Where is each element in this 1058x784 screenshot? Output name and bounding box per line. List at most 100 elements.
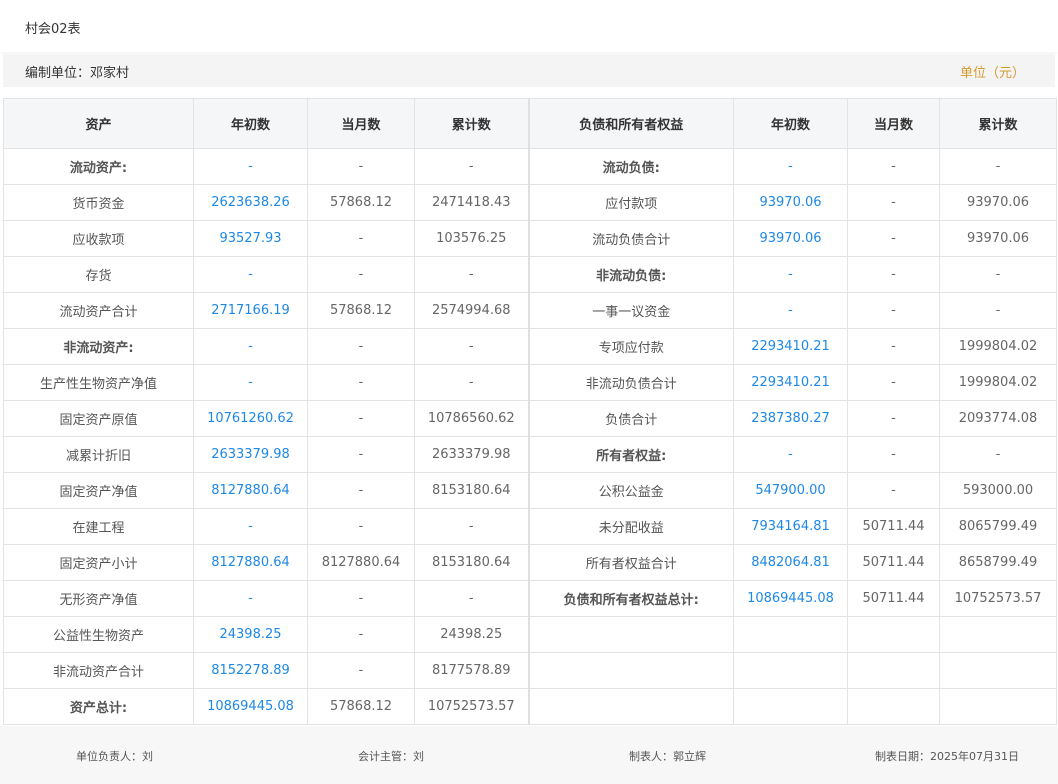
asset-cumulative-value: 8177578.89	[414, 652, 529, 689]
liability-cumulative-value: 10752573.57	[939, 580, 1057, 617]
liability-begin-value[interactable]: 547900.00	[733, 472, 848, 509]
asset-label: 在建工程	[3, 508, 194, 545]
liability-begin-value[interactable]: -	[733, 436, 848, 473]
asset-begin-value[interactable]: -	[193, 148, 308, 185]
liability-month-value	[847, 688, 940, 725]
asset-month-value: -	[307, 364, 415, 401]
table-row: 存货 - - - 非流动负债: - - -	[3, 256, 1057, 293]
asset-month-value: -	[307, 580, 415, 617]
liability-month-value	[847, 652, 940, 689]
asset-month-value: -	[307, 148, 415, 185]
liability-begin-value[interactable]: 93970.06	[733, 220, 848, 257]
liability-label: 流动负债合计	[527, 220, 734, 257]
asset-begin-value[interactable]: -	[193, 364, 308, 401]
liability-begin-value[interactable]: -	[733, 292, 848, 329]
liability-month-value: -	[847, 400, 940, 437]
asset-begin-value[interactable]: -	[193, 508, 308, 545]
liability-label: 未分配收益	[527, 508, 734, 545]
liability-begin-value[interactable]: 93970.06	[733, 184, 848, 221]
liability-begin-value[interactable]: 2387380.27	[733, 400, 848, 437]
asset-begin-value[interactable]: -	[193, 256, 308, 293]
liability-cumulative-value: -	[939, 436, 1057, 473]
table-row: 非流动资产合计 8152278.89-8177578.89	[3, 652, 1057, 689]
asset-month-value: 57868.12	[307, 292, 415, 329]
asset-month-value: 57868.12	[307, 184, 415, 221]
asset-label: 公益性生物资产	[3, 616, 194, 653]
asset-begin-value[interactable]: 8127880.64	[193, 472, 308, 509]
column-header-assets-month: 当月数	[307, 98, 415, 149]
liability-begin-value[interactable]: 2293410.21	[733, 328, 848, 365]
asset-label: 减累计折旧	[3, 436, 194, 473]
column-header-liab-month: 当月数	[847, 98, 940, 149]
liability-month-value: -	[847, 472, 940, 509]
unit-head-label: 单位负责人：刘	[76, 750, 153, 763]
liability-begin-value[interactable]: 7934164.81	[733, 508, 848, 545]
asset-cumulative-value: -	[414, 148, 529, 185]
liability-label: 非流动负债合计	[527, 364, 734, 401]
asset-cumulative-value: -	[414, 580, 529, 617]
asset-cumulative-value: -	[414, 364, 529, 401]
asset-month-value: -	[307, 508, 415, 545]
liability-label	[527, 688, 734, 725]
liability-label: 所有者权益:	[527, 436, 734, 473]
asset-begin-value[interactable]: 93527.93	[193, 220, 308, 257]
asset-label: 非流动资产:	[3, 328, 194, 365]
liability-cumulative-value: 1999804.02	[939, 364, 1057, 401]
asset-begin-value[interactable]: -	[193, 328, 308, 365]
table-row: 减累计折旧 2633379.98-2633379.98 所有者权益: - - -	[3, 436, 1057, 473]
liability-begin-value[interactable]: 2293410.21	[733, 364, 848, 401]
liability-cumulative-value: 8065799.49	[939, 508, 1057, 545]
liability-month-value: -	[847, 328, 940, 365]
liability-label: 一事一议资金	[527, 292, 734, 329]
liability-label	[527, 616, 734, 653]
liability-month-value: 50711.44	[847, 544, 940, 581]
liability-cumulative-value: -	[939, 292, 1057, 329]
table-row: 非流动资产: - - - 专项应付款 2293410.21-1999804.02	[3, 328, 1057, 365]
asset-cumulative-value: 10786560.62	[414, 400, 529, 437]
liability-cumulative-value: -	[939, 256, 1057, 293]
liability-begin-value[interactable]: 10869445.08	[733, 580, 848, 617]
liability-month-value: -	[847, 184, 940, 221]
liability-cumulative-value: 93970.06	[939, 220, 1057, 257]
asset-month-value: -	[307, 616, 415, 653]
currency-unit-label: 单位（元）	[959, 66, 1025, 81]
liability-begin-value[interactable]: -	[733, 148, 848, 185]
asset-month-value: -	[307, 328, 415, 365]
liability-month-value: -	[847, 364, 940, 401]
asset-cumulative-value: 10752573.57	[414, 688, 529, 725]
asset-label: 应收款项	[3, 220, 194, 257]
liability-month-value: 50711.44	[847, 580, 940, 617]
liability-begin-value[interactable]: -	[733, 256, 848, 293]
asset-cumulative-value: 103576.25	[414, 220, 529, 257]
asset-begin-value[interactable]: -	[193, 580, 308, 617]
asset-begin-value[interactable]: 24398.25	[193, 616, 308, 653]
liability-month-value	[847, 616, 940, 653]
balance-sheet-table: 资产 年初数 当月数 累计数 负债和所有者权益 年初数 当月数 累计数 流动资产…	[3, 98, 1057, 725]
compile-unit-label: 编制单位：邓家村	[25, 66, 130, 81]
liability-month-value: -	[847, 220, 940, 257]
asset-begin-value[interactable]: 8152278.89	[193, 652, 308, 689]
asset-begin-value[interactable]: 8127880.64	[193, 544, 308, 581]
asset-month-value: -	[307, 400, 415, 437]
asset-cumulative-value: 2471418.43	[414, 184, 529, 221]
asset-cumulative-value: 24398.25	[414, 616, 529, 653]
liability-cumulative-value	[939, 616, 1057, 653]
asset-label: 流动资产:	[3, 148, 194, 185]
asset-label: 非流动资产合计	[3, 652, 194, 689]
column-header-assets-cumulative: 累计数	[414, 98, 529, 149]
liability-label	[527, 652, 734, 689]
asset-begin-value[interactable]: 10761260.62	[193, 400, 308, 437]
asset-begin-value[interactable]: 2717166.19	[193, 292, 308, 329]
asset-begin-value[interactable]: 2633379.98	[193, 436, 308, 473]
asset-begin-value[interactable]: 2623638.26	[193, 184, 308, 221]
table-row: 生产性生物资产净值 - - - 非流动负债合计 2293410.21-1999804.02	[3, 364, 1057, 401]
liability-begin-value[interactable]: 8482064.81	[733, 544, 848, 581]
liability-begin-value	[733, 616, 848, 653]
asset-label: 固定资产小计	[3, 544, 194, 581]
asset-label: 无形资产净值	[3, 580, 194, 617]
liability-label: 负债合计	[527, 400, 734, 437]
table-row: 货币资金 2623638.26 57868.12 2471418.43 应付款项 9397…	[3, 184, 1057, 221]
asset-begin-value[interactable]: 10869445.08	[193, 688, 308, 725]
liability-month-value: -	[847, 148, 940, 185]
asset-cumulative-value: -	[414, 328, 529, 365]
